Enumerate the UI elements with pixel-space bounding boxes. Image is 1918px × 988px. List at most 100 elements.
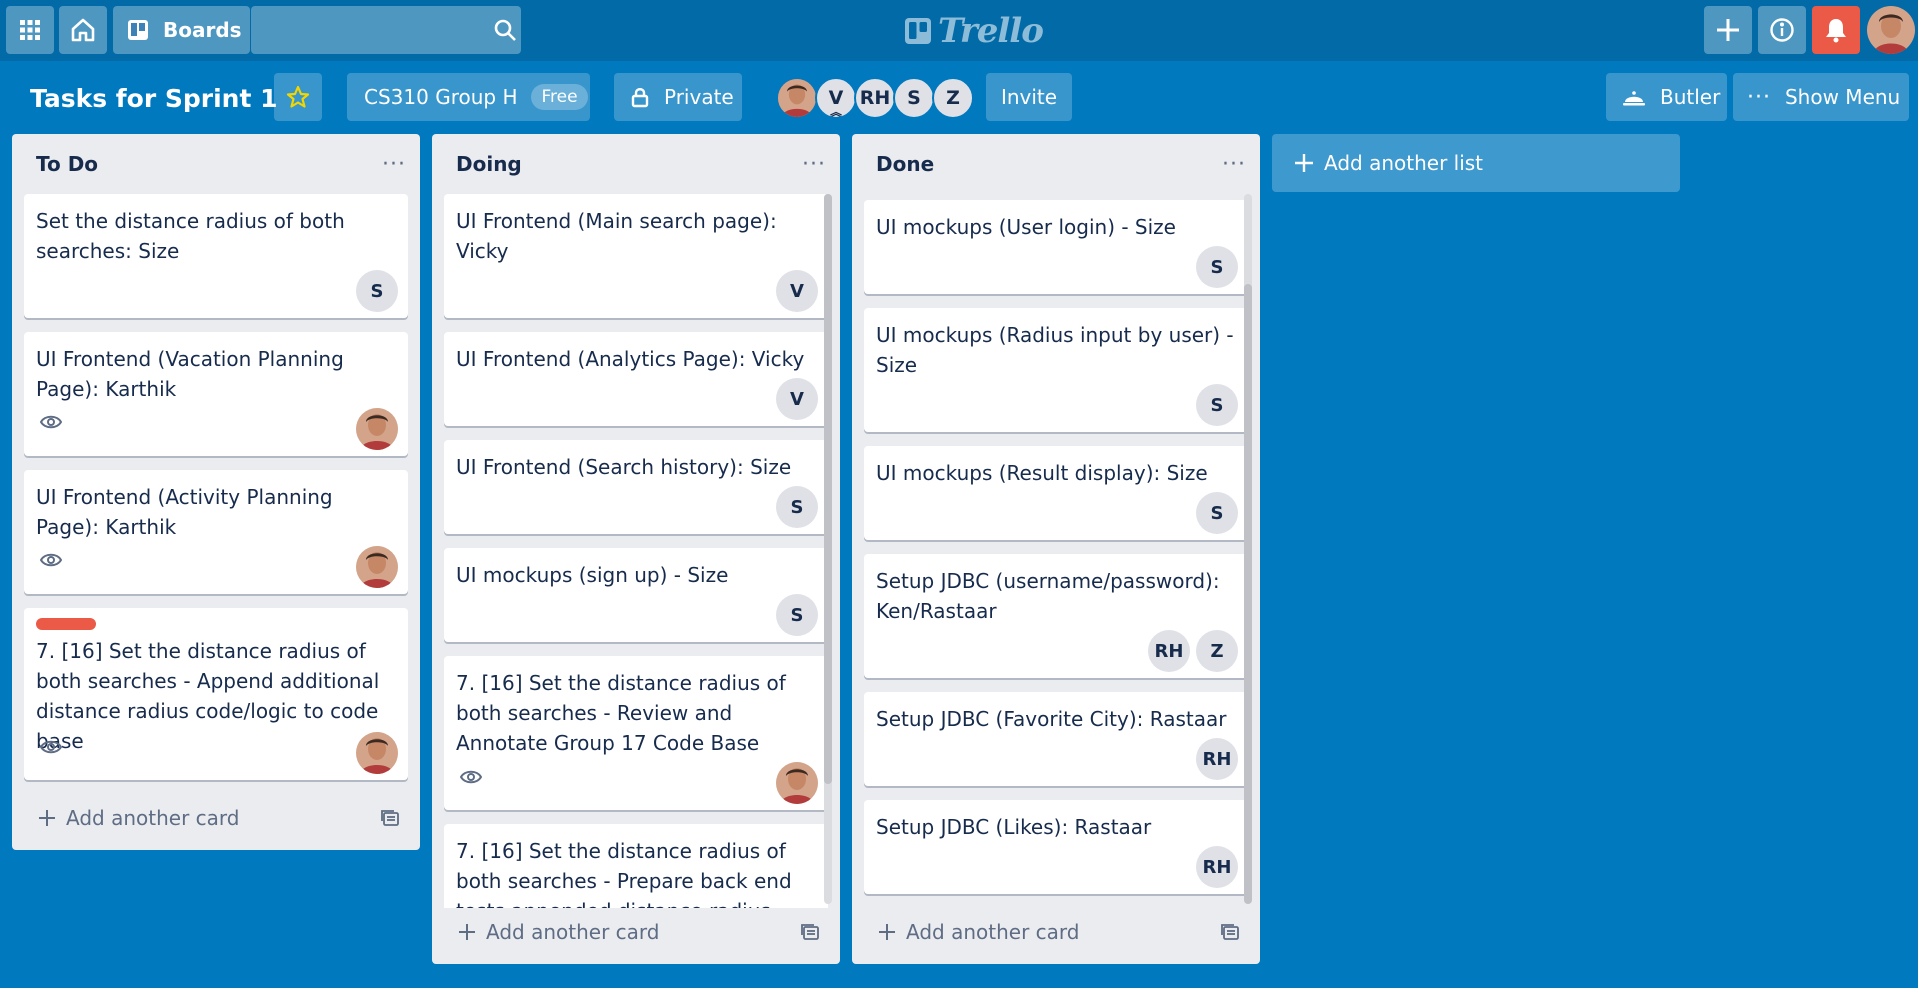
card-title: UI Frontend (Vacation Planning Page): Ka… bbox=[36, 347, 344, 401]
card[interactable]: UI Frontend (Search history): Size S bbox=[444, 440, 828, 534]
board-members: V ︽ RH S Z bbox=[776, 77, 974, 119]
card[interactable]: UI mockups (User login) - Size S bbox=[864, 200, 1248, 294]
list-to-do: To Do ··· Set the distance radius of bot… bbox=[12, 134, 420, 850]
plan-badge: Free bbox=[531, 84, 588, 110]
card[interactable]: 7. [16] Set the distance radius of both … bbox=[24, 608, 408, 780]
list-menu-icon[interactable]: ··· bbox=[1222, 152, 1246, 177]
member-avatar-rh[interactable]: RH bbox=[854, 77, 896, 119]
card[interactable]: UI mockups (Result display): Size S bbox=[864, 446, 1248, 540]
card-member-avatar-photo[interactable] bbox=[356, 546, 398, 588]
card-title: 7. [16] Set the distance radius of both … bbox=[36, 639, 380, 753]
plus-icon bbox=[39, 810, 55, 826]
scrollbar[interactable] bbox=[824, 194, 832, 904]
visibility-button[interactable]: Private bbox=[614, 73, 742, 121]
card-template-icon[interactable] bbox=[380, 809, 400, 827]
card-member-avatar-photo[interactable] bbox=[356, 408, 398, 450]
card-title: UI Frontend (Activity Planning Page): Ka… bbox=[36, 485, 333, 539]
add-list-button[interactable]: Add another list bbox=[1272, 134, 1680, 192]
list-title[interactable]: Done bbox=[876, 152, 934, 176]
card-member-avatar[interactable]: RH bbox=[1196, 846, 1238, 888]
trello-logo-icon bbox=[905, 18, 931, 44]
boards-icon bbox=[128, 20, 148, 40]
eye-icon bbox=[40, 415, 62, 429]
card[interactable]: Setup JDBC (Favorite City): Rastaar RH bbox=[864, 692, 1248, 786]
card-member-avatar[interactable]: S bbox=[1196, 492, 1238, 534]
card-member-avatar[interactable]: RH bbox=[1196, 738, 1238, 780]
card[interactable]: UI Frontend (Activity Planning Page): Ka… bbox=[24, 470, 408, 594]
board-title[interactable]: Tasks for Sprint 1 bbox=[30, 80, 278, 116]
card[interactable]: Setup JDBC (username/password): Ken/Rast… bbox=[864, 554, 1248, 678]
butler-label: Butler bbox=[1660, 85, 1721, 109]
card-member-avatar-photo[interactable] bbox=[356, 732, 398, 774]
search-box[interactable] bbox=[251, 6, 521, 54]
card[interactable]: 7. [16] Set the distance radius of both … bbox=[444, 824, 828, 908]
card-member-avatar[interactable]: V bbox=[776, 270, 818, 312]
member-avatar-v[interactable]: V ︽ bbox=[815, 77, 857, 119]
card-member-avatar[interactable]: S bbox=[356, 270, 398, 312]
member-avatar-s[interactable]: S bbox=[893, 77, 935, 119]
home-icon bbox=[71, 18, 95, 42]
notifications-button[interactable] bbox=[1812, 6, 1860, 54]
scrollbar-thumb[interactable] bbox=[824, 194, 832, 784]
card-template-icon[interactable] bbox=[1220, 923, 1240, 941]
top-header: Boards Trello bbox=[0, 0, 1918, 61]
apps-button[interactable] bbox=[6, 6, 54, 54]
card[interactable]: Setup JDBC (Likes): Rastaar RH bbox=[864, 800, 1248, 894]
show-menu-button[interactable]: ··· Show Menu bbox=[1733, 73, 1909, 121]
more-dots-icon: ··· bbox=[1747, 84, 1771, 110]
card[interactable]: Set the distance radius of both searches… bbox=[24, 194, 408, 318]
card-member-avatar[interactable]: RH bbox=[1148, 630, 1190, 672]
list-footer: Add another card bbox=[24, 796, 408, 840]
add-card-button[interactable]: Add another card bbox=[878, 920, 1079, 944]
search-icon[interactable] bbox=[488, 6, 521, 54]
card-template-icon[interactable] bbox=[800, 923, 820, 941]
team-name: CS310 Group H bbox=[364, 85, 518, 109]
star-button[interactable] bbox=[274, 73, 322, 121]
card-member-avatar[interactable]: S bbox=[1196, 384, 1238, 426]
eye-icon bbox=[40, 740, 62, 754]
card-member-avatar-photo[interactable] bbox=[776, 762, 818, 804]
card-title: UI mockups (Radius input by user) - Size bbox=[876, 323, 1234, 377]
apps-grid-icon bbox=[20, 20, 40, 40]
info-button[interactable] bbox=[1758, 6, 1806, 54]
card-member-avatar[interactable]: Z bbox=[1196, 630, 1238, 672]
card-member-avatar[interactable]: S bbox=[776, 486, 818, 528]
admin-chevron-icon: ︽ bbox=[830, 105, 843, 119]
scrollbar-thumb[interactable] bbox=[1244, 284, 1252, 904]
add-card-button[interactable]: Add another card bbox=[38, 806, 239, 830]
card-label-red[interactable] bbox=[36, 618, 96, 630]
card[interactable]: UI mockups (sign up) - Size S bbox=[444, 548, 828, 642]
trello-logo[interactable]: Trello bbox=[904, 11, 1044, 51]
create-button[interactable] bbox=[1704, 6, 1752, 54]
add-card-button[interactable]: Add another card bbox=[458, 920, 659, 944]
list-header[interactable]: To Do ··· bbox=[12, 134, 420, 194]
card[interactable]: UI mockups (Radius input by user) - Size… bbox=[864, 308, 1248, 432]
search-input[interactable] bbox=[251, 6, 488, 54]
butler-button[interactable]: Butler bbox=[1606, 73, 1727, 121]
card-title: Setup JDBC (Likes): Rastaar bbox=[876, 815, 1152, 839]
list-title[interactable]: To Do bbox=[36, 152, 98, 176]
member-avatar-z[interactable]: Z bbox=[932, 77, 974, 119]
card-title: 7. [16] Set the distance radius of both … bbox=[456, 839, 792, 908]
lock-icon bbox=[631, 88, 649, 108]
user-avatar[interactable] bbox=[1867, 6, 1915, 54]
card[interactable]: UI Frontend (Main search page): Vicky V bbox=[444, 194, 828, 318]
invite-button[interactable]: Invite bbox=[986, 73, 1072, 121]
boards-button[interactable]: Boards bbox=[113, 6, 250, 54]
list-menu-icon[interactable]: ··· bbox=[802, 152, 826, 177]
card-member-avatar[interactable]: S bbox=[1196, 246, 1238, 288]
home-button[interactable] bbox=[59, 6, 107, 54]
list-header[interactable]: Done ··· bbox=[852, 134, 1260, 194]
plus-icon bbox=[1295, 154, 1313, 172]
card[interactable]: UI Frontend (Analytics Page): Vicky V bbox=[444, 332, 828, 426]
scrollbar[interactable] bbox=[1244, 194, 1252, 904]
list-header[interactable]: Doing ··· bbox=[432, 134, 840, 194]
card[interactable]: UI Frontend (Vacation Planning Page): Ka… bbox=[24, 332, 408, 456]
list-title[interactable]: Doing bbox=[456, 152, 522, 176]
card-member-avatar[interactable]: S bbox=[776, 594, 818, 636]
member-avatar-photo[interactable] bbox=[776, 77, 818, 119]
list-menu-icon[interactable]: ··· bbox=[382, 152, 406, 177]
card-member-avatar[interactable]: V bbox=[776, 378, 818, 420]
team-button[interactable]: CS310 Group H Free bbox=[347, 73, 590, 121]
card[interactable]: 7. [16] Set the distance radius of both … bbox=[444, 656, 828, 810]
